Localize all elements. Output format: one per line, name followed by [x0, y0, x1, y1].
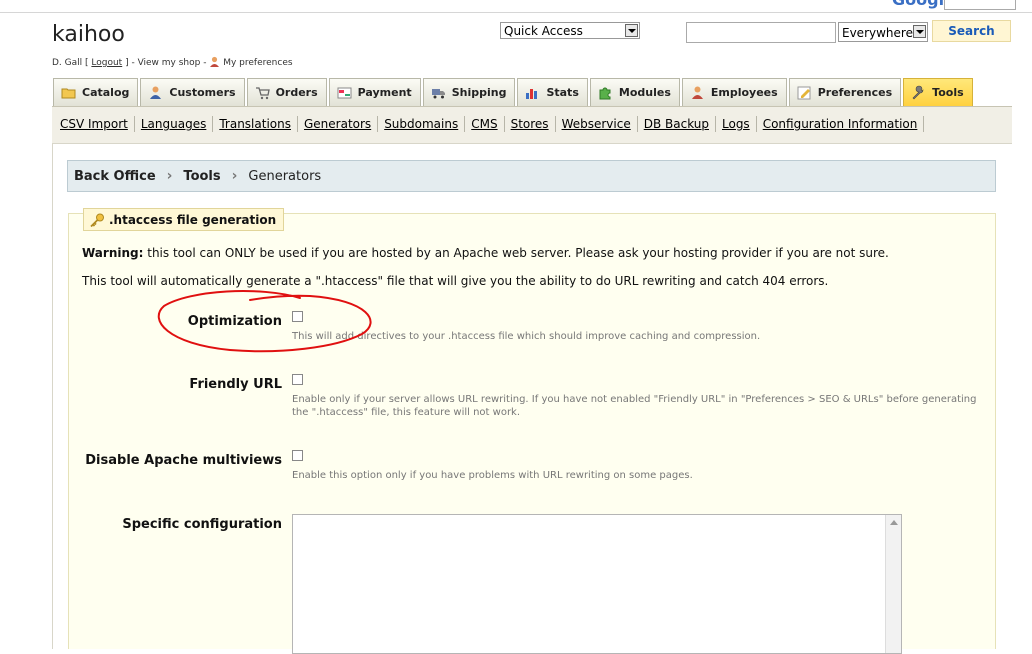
employee-icon — [690, 85, 705, 100]
subnav-translations[interactable]: Translations — [213, 116, 298, 132]
tab-customers[interactable]: Customers — [140, 78, 245, 106]
tab-label: Catalog — [82, 86, 130, 99]
search-scope-select[interactable]: Everywhere — [838, 22, 928, 42]
breadcrumb-back-office[interactable]: Back Office — [74, 169, 156, 184]
tab-modules[interactable]: Modules — [589, 78, 680, 106]
folder-icon — [61, 85, 76, 100]
breadcrumb: Back Office › Tools › Generators — [67, 160, 996, 192]
friendly-url-hint: Enable only if your server allows URL re… — [292, 394, 977, 418]
user-name: D. Gall — [52, 58, 83, 68]
subnav-languages[interactable]: Languages — [135, 116, 214, 132]
tab-label: Customers — [169, 86, 236, 99]
disable-multiviews-hint: Enable this option only if you have prob… — [292, 470, 693, 481]
search-input[interactable] — [686, 22, 836, 43]
view-shop-link[interactable]: View my shop — [138, 58, 201, 68]
toolbar-strip — [0, 0, 1032, 13]
subnav-stores[interactable]: Stores — [505, 116, 556, 132]
subnav-configuration-information[interactable]: Configuration Information — [757, 116, 925, 132]
friendly-url-checkbox[interactable] — [292, 374, 303, 385]
tab-tools[interactable]: Tools — [903, 78, 973, 106]
quick-access-select[interactable]: Quick Access — [500, 22, 640, 39]
shop-title: kaihoo — [52, 22, 125, 47]
tab-label: Payment — [357, 86, 412, 99]
preferences-icon — [209, 56, 220, 67]
tab-employees[interactable]: Employees — [681, 78, 787, 106]
subnav-db-backup[interactable]: DB Backup — [638, 116, 716, 132]
tab-stats[interactable]: Stats — [517, 78, 588, 106]
warning-text: Warning: this tool can ONLY be used if y… — [82, 246, 889, 260]
tool-description: This tool will automatically generate a … — [82, 274, 829, 288]
tab-shipping[interactable]: Shipping — [422, 78, 516, 106]
disable-multiviews-label: Disable Apache multiviews — [85, 453, 282, 468]
legend-title: .htaccess file generation — [109, 212, 277, 227]
subnav-cms[interactable]: CMS — [465, 116, 505, 132]
specific-configuration-textarea[interactable] — [292, 514, 902, 654]
main-tabs: Catalog Customers Orders Payment Shippin… — [53, 78, 975, 106]
chevron-down-icon[interactable] — [913, 25, 926, 38]
tools-subnav: CSV Import Languages Translations Genera… — [52, 106, 1012, 144]
breadcrumb-generators: Generators — [248, 168, 322, 184]
friendly-url-label: Friendly URL — [189, 377, 282, 392]
breadcrumb-tools[interactable]: Tools — [183, 169, 220, 184]
tab-label: Tools — [932, 86, 964, 99]
tab-label: Preferences — [817, 86, 893, 99]
tab-catalog[interactable]: Catalog — [53, 78, 139, 106]
subnav-webservice[interactable]: Webservice — [556, 116, 638, 132]
tab-label: Stats — [546, 86, 579, 99]
tab-preferences[interactable]: Preferences — [788, 78, 902, 106]
tab-label: Employees — [710, 86, 778, 99]
tab-label: Orders — [275, 86, 318, 99]
cart-icon — [255, 85, 270, 100]
customer-icon — [148, 85, 163, 100]
search-scope-value: Everywhere — [842, 26, 913, 40]
payment-icon — [337, 85, 352, 100]
chevron-right-icon: › — [231, 168, 238, 184]
user-line: D. Gall [ Logout ] - View my shop - My p… — [52, 56, 293, 68]
wrench-icon — [911, 85, 926, 100]
key-icon — [89, 213, 105, 227]
search-button[interactable]: Search — [932, 20, 1011, 42]
tab-label: Shipping — [451, 86, 507, 99]
chevron-right-icon: › — [166, 168, 173, 184]
puzzle-icon — [598, 85, 613, 100]
fieldset-legend: .htaccess file generation — [83, 208, 285, 231]
warning-body: this tool can ONLY be used if you are ho… — [143, 246, 889, 260]
subnav-logs[interactable]: Logs — [716, 116, 757, 132]
warning-label: Warning: — [82, 246, 144, 260]
chart-icon — [525, 85, 540, 100]
chevron-down-icon[interactable] — [625, 24, 638, 37]
subnav-csv-import[interactable]: CSV Import — [54, 116, 135, 132]
subnav-subdomains[interactable]: Subdomains — [378, 116, 466, 132]
logout-link[interactable]: Logout — [91, 58, 122, 68]
truck-icon — [431, 85, 446, 100]
annotation-circle — [157, 290, 372, 353]
my-preferences-link[interactable]: My preferences — [223, 58, 292, 68]
specific-configuration-label: Specific configuration — [122, 517, 282, 532]
tab-label: Modules — [618, 86, 671, 99]
subnav-generators[interactable]: Generators — [298, 116, 379, 132]
disable-multiviews-checkbox[interactable] — [292, 450, 303, 461]
optimization-hint: This will add directives to your .htacce… — [292, 331, 761, 342]
preferences-icon — [797, 85, 812, 100]
tab-payment[interactable]: Payment — [328, 78, 421, 106]
quick-access-value: Quick Access — [504, 24, 583, 38]
tab-orders[interactable]: Orders — [246, 78, 327, 106]
textarea-scrollbar[interactable] — [885, 515, 901, 653]
